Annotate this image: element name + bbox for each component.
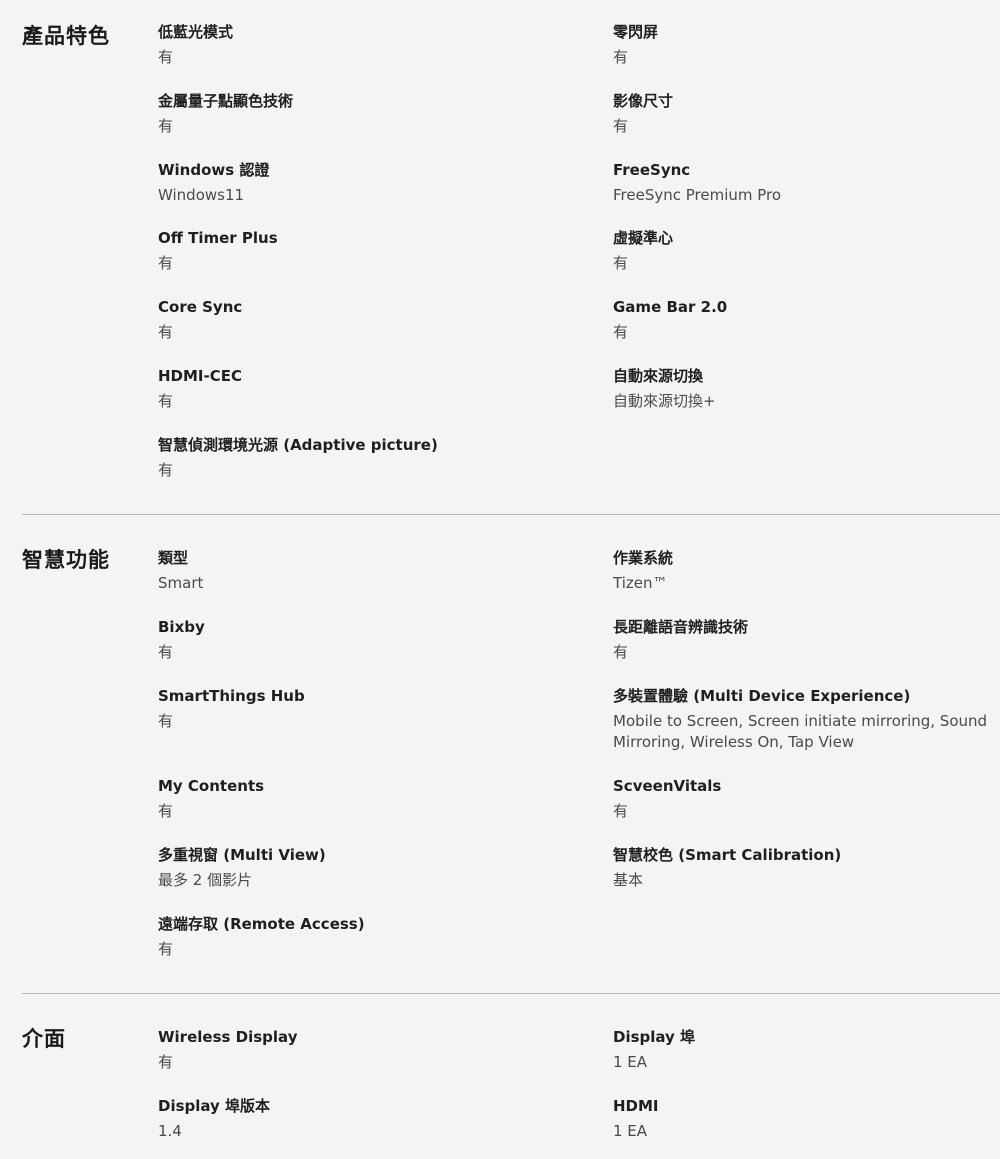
spec-value: FreeSync Premium Pro bbox=[613, 186, 782, 204]
spec-item: Display 埠 1 EA bbox=[613, 1027, 993, 1073]
spec-label: Core Sync bbox=[158, 298, 243, 316]
spec-value: 1.4 bbox=[158, 1122, 182, 1140]
spec-label: 多裝置體驗 (Multi Device Experience) bbox=[613, 687, 911, 705]
spec-item: 類型 Smart bbox=[158, 548, 538, 594]
spec-value: 有 bbox=[158, 254, 174, 272]
spec-label: Game Bar 2.0 bbox=[613, 298, 728, 316]
spec-item: 低藍光模式 有 bbox=[158, 22, 538, 68]
spec-label: 智慧偵測環境光源 (Adaptive picture) bbox=[158, 436, 438, 454]
section-divider bbox=[22, 514, 1000, 515]
spec-label: Display 埠 bbox=[613, 1028, 696, 1046]
spec-value: 有 bbox=[613, 323, 629, 341]
spec-value: 有 bbox=[613, 117, 629, 135]
spec-label: 多重視窗 (Multi View) bbox=[158, 846, 326, 864]
spec-label: HDMI bbox=[613, 1097, 659, 1115]
spec-item: 多裝置體驗 (Multi Device Experience) Mobile t… bbox=[613, 686, 988, 753]
spec-value: 有 bbox=[158, 392, 174, 410]
spec-label: Display 埠版本 bbox=[158, 1097, 271, 1115]
spec-label: FreeSync bbox=[613, 161, 691, 179]
spec-label: 金屬量子點顯色技術 bbox=[158, 92, 294, 110]
spec-value: 有 bbox=[158, 1053, 174, 1071]
spec-item: 虛擬準心 有 bbox=[613, 228, 993, 274]
spec-value: 有 bbox=[158, 643, 174, 661]
spec-item: Wireless Display 有 bbox=[158, 1027, 538, 1073]
spec-value: 有 bbox=[158, 461, 174, 479]
spec-label: 智慧校色 (Smart Calibration) bbox=[613, 846, 842, 864]
spec-item: 長距離語音辨識技術 有 bbox=[613, 617, 993, 663]
spec-item: 零閃屏 有 bbox=[613, 22, 993, 68]
section-product-features: 產品特色 低藍光模式 有 零閃屏 有 金屬量子點顯色技術 有 影像尺寸 有 Wi… bbox=[0, 0, 1000, 515]
section-title: 介面 bbox=[22, 1027, 66, 1051]
spec-label: Bixby bbox=[158, 618, 205, 636]
spec-label: 零閃屏 bbox=[613, 23, 659, 41]
spec-label: 虛擬準心 bbox=[613, 229, 674, 247]
spec-item: Off Timer Plus 有 bbox=[158, 228, 538, 274]
spec-item: 作業系統 Tizen™ bbox=[613, 548, 993, 594]
spec-label: Windows 認證 bbox=[158, 161, 270, 179]
section-title: 智慧功能 bbox=[22, 548, 110, 572]
spec-value: 有 bbox=[158, 117, 174, 135]
spec-item: 多重視窗 (Multi View) 最多 2 個影片 bbox=[158, 845, 538, 891]
spec-value: 有 bbox=[613, 802, 629, 820]
spec-item: Display 埠版本 1.4 bbox=[158, 1096, 538, 1142]
spec-item: My Contents 有 bbox=[158, 776, 538, 822]
section-interface: 介面 Wireless Display 有 Display 埠 1 EA Dis… bbox=[0, 1016, 1000, 1159]
spec-value: 有 bbox=[158, 712, 174, 730]
spec-item: Core Sync 有 bbox=[158, 297, 538, 343]
spec-item: HDMI 1 EA bbox=[613, 1096, 993, 1142]
spec-item: 金屬量子點顯色技術 有 bbox=[158, 91, 538, 137]
spec-item: Windows 認證 Windows11 bbox=[158, 160, 538, 206]
spec-value: 最多 2 個影片 bbox=[158, 871, 253, 889]
spec-value: 有 bbox=[158, 323, 174, 341]
spec-label: ScveenVitals bbox=[613, 777, 722, 795]
spec-value: 有 bbox=[613, 643, 629, 661]
spec-value: 自動來源切換+ bbox=[613, 392, 716, 410]
spec-label: Wireless Display bbox=[158, 1028, 298, 1046]
spec-label: 類型 bbox=[158, 549, 189, 567]
spec-item: 遠端存取 (Remote Access) 有 bbox=[158, 914, 538, 960]
spec-item: HDMI-CEC 有 bbox=[158, 366, 538, 412]
spec-label: 低藍光模式 bbox=[158, 23, 234, 41]
section-divider bbox=[22, 993, 1000, 994]
spec-label: SmartThings Hub bbox=[158, 687, 305, 705]
spec-value: 1 EA bbox=[613, 1122, 648, 1140]
spec-item: 智慧偵測環境光源 (Adaptive picture) 有 bbox=[158, 435, 578, 481]
spec-value: Windows11 bbox=[158, 186, 245, 204]
section-smart-features: 智慧功能 類型 Smart 作業系統 Tizen™ Bixby 有 長距離語音辨… bbox=[0, 536, 1000, 994]
spec-value: Mobile to Screen, Screen initiate mirror… bbox=[613, 712, 988, 751]
spec-item: Game Bar 2.0 有 bbox=[613, 297, 993, 343]
spec-value: 有 bbox=[158, 940, 174, 958]
spec-page: 產品特色 低藍光模式 有 零閃屏 有 金屬量子點顯色技術 有 影像尺寸 有 Wi… bbox=[0, 0, 1000, 1159]
spec-value: 有 bbox=[613, 48, 629, 66]
spec-item: ScveenVitals 有 bbox=[613, 776, 993, 822]
spec-value: 有 bbox=[158, 48, 174, 66]
spec-label: HDMI-CEC bbox=[158, 367, 243, 385]
spec-label: 影像尺寸 bbox=[613, 92, 674, 110]
spec-value: Smart bbox=[158, 574, 204, 592]
spec-label: My Contents bbox=[158, 777, 265, 795]
spec-item: SmartThings Hub 有 bbox=[158, 686, 538, 732]
spec-value: 有 bbox=[158, 802, 174, 820]
spec-item: 智慧校色 (Smart Calibration) 基本 bbox=[613, 845, 993, 891]
section-title: 產品特色 bbox=[22, 24, 110, 48]
spec-value: 基本 bbox=[613, 871, 644, 889]
spec-label: 自動來源切換 bbox=[613, 367, 704, 385]
spec-label: Off Timer Plus bbox=[158, 229, 278, 247]
spec-item: 自動來源切換 自動來源切換+ bbox=[613, 366, 993, 412]
spec-item: FreeSync FreeSync Premium Pro bbox=[613, 160, 993, 206]
spec-label: 長距離語音辨識技術 bbox=[613, 618, 749, 636]
spec-label: 作業系統 bbox=[613, 549, 674, 567]
spec-value: 有 bbox=[613, 254, 629, 272]
spec-item: 影像尺寸 有 bbox=[613, 91, 993, 137]
spec-value: 1 EA bbox=[613, 1053, 648, 1071]
spec-label: 遠端存取 (Remote Access) bbox=[158, 915, 365, 933]
spec-value: Tizen™ bbox=[613, 574, 668, 592]
spec-item: Bixby 有 bbox=[158, 617, 538, 663]
